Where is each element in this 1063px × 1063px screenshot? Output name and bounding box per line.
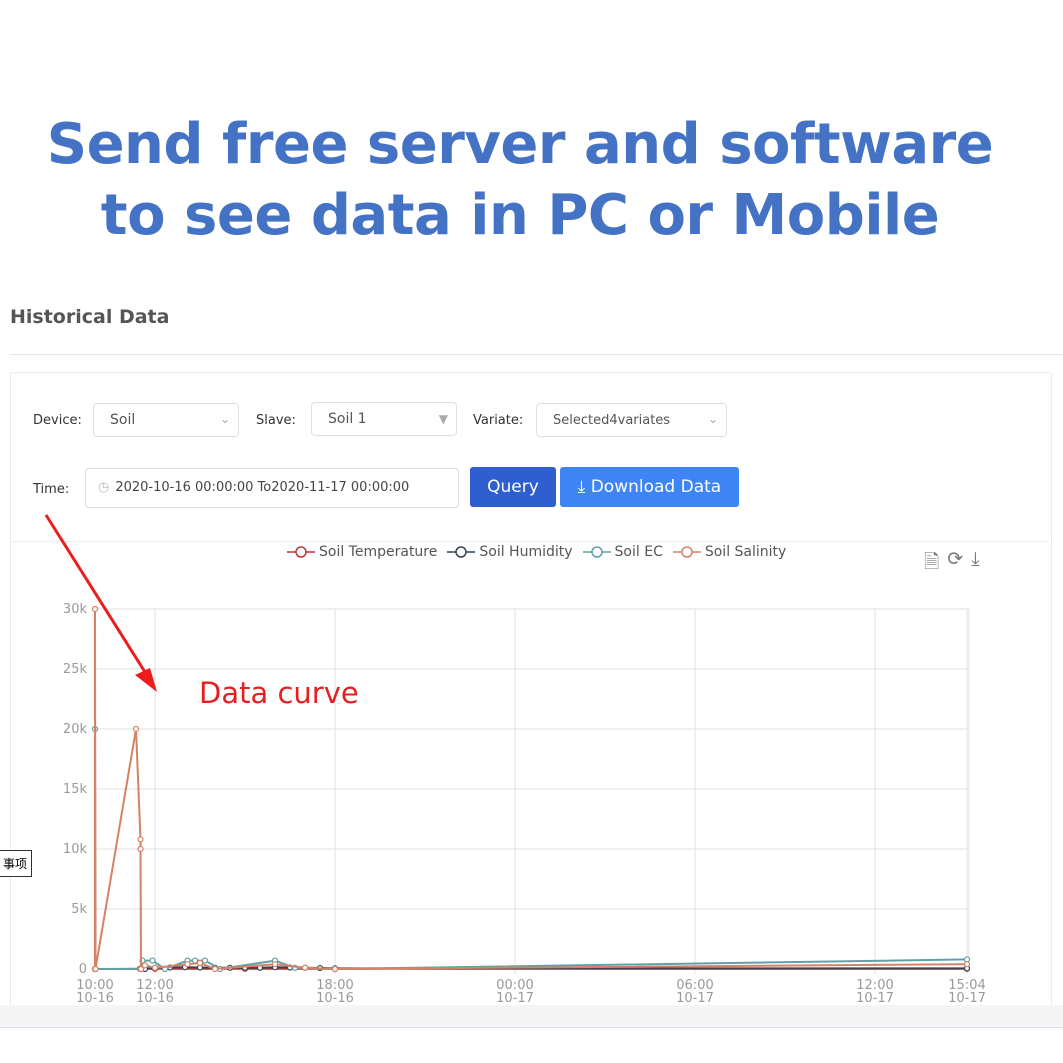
variate-select[interactable]: Selected4variates ⌄ [536,403,727,437]
download-data-button[interactable]: ⤓ Download Data [560,467,739,507]
page-title: Historical Data [10,306,170,328]
refresh-icon[interactable]: ⟳ [947,548,963,580]
slave-value: Soil 1 [328,411,367,427]
legend-item[interactable]: Soil Humidity [447,544,573,560]
chevron-down-icon: ⌄ [219,412,230,426]
legend-item[interactable]: Soil EC [582,544,663,560]
divider [10,354,1063,355]
divider [10,541,1050,542]
legend-label: Soil EC [614,544,663,560]
headline-line-2: to see data in PC or Mobile [100,183,940,248]
legend-item[interactable]: Soil Temperature [287,544,437,560]
query-button[interactable]: Query [470,467,556,507]
legend-label: Soil Humidity [479,544,573,560]
caret-down-icon: ▼ [438,412,448,426]
annotation-label: Data curve [199,676,359,710]
legend-marker-icon [582,546,611,558]
footer-bar [0,1005,1063,1028]
time-range-input[interactable]: ◷ 2020-10-16 00:00:00 To2020-11-17 00:00:… [85,468,459,508]
side-tab[interactable]: 事项 [0,850,32,877]
device-value: Soil [110,412,136,428]
device-select[interactable]: Soil ⌄ [93,403,239,437]
legend-marker-icon [447,546,476,558]
download-label: Download Data [590,477,722,497]
variate-label: Variate: [473,413,524,428]
legend-marker-icon [287,546,315,558]
chevron-down-icon: ⌄ [707,412,718,426]
variate-value: Selected4variates [553,413,671,428]
legend-marker-icon [672,546,701,558]
data-view-icon[interactable]: 🗎 [924,548,939,580]
clock-icon: ◷ [98,480,110,495]
time-range-value: 2020-10-16 00:00:00 To2020-11-17 00:00:0… [115,480,410,495]
time-label: Time: [33,482,70,497]
device-label: Device: [33,413,82,428]
download-icon: ⤓ [577,477,586,497]
legend-label: Soil Salinity [704,544,787,560]
slave-select[interactable]: Soil 1 ▼ [311,402,457,436]
legend-item[interactable]: Soil Salinity [672,544,787,560]
save-image-icon[interactable]: ⤓ [971,548,979,580]
legend-label: Soil Temperature [319,544,438,560]
chart-legend: Soil Temperature Soil Humidity Soil EC Soil… [287,544,786,560]
headline-line-1: Send free server and software [46,112,994,177]
slave-label: Slave: [256,413,296,428]
